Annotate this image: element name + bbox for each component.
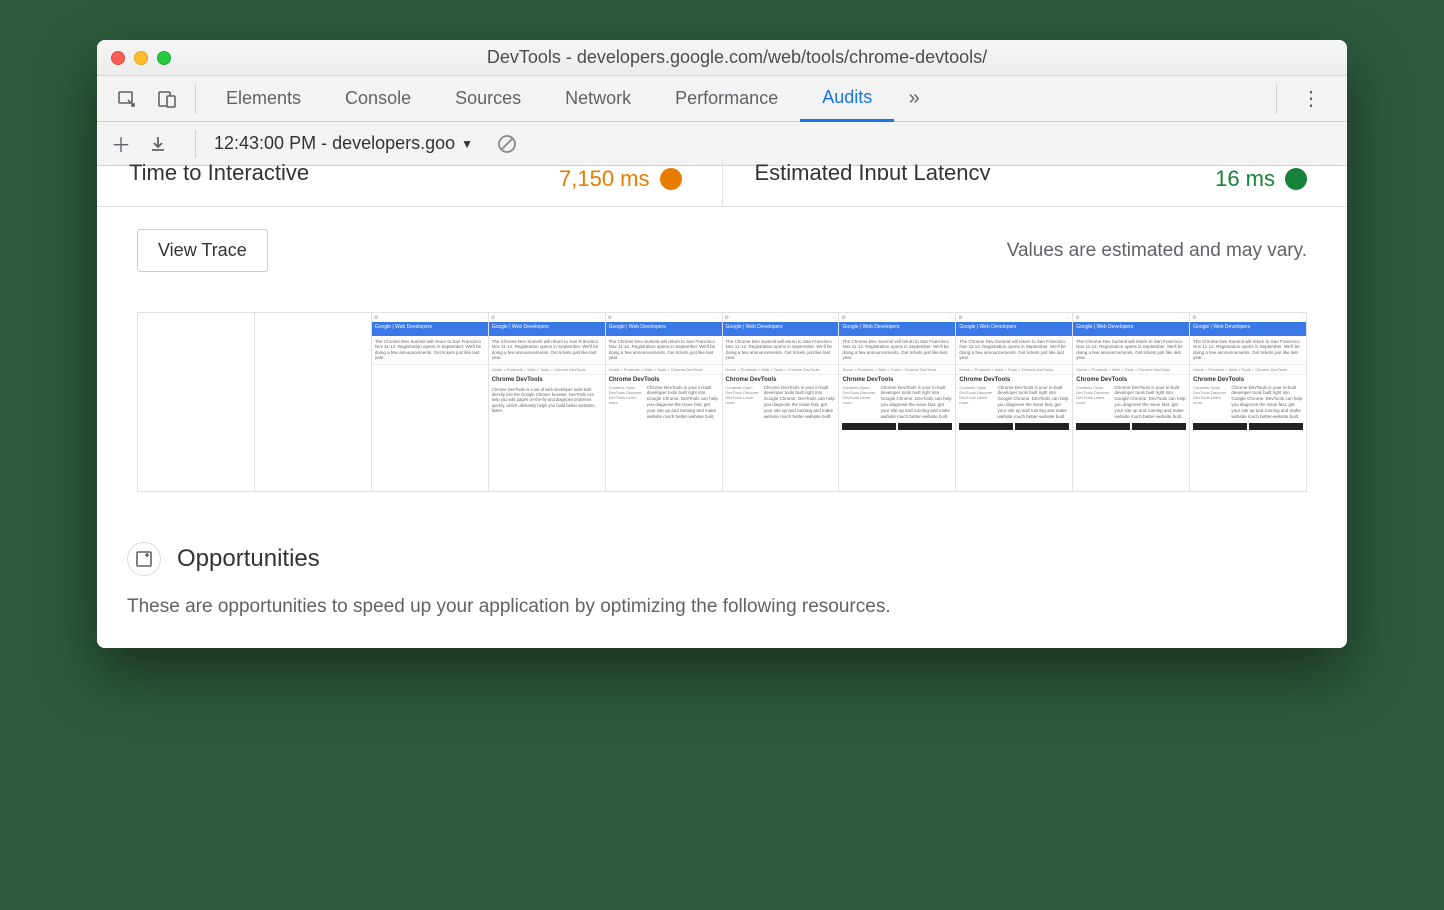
traffic-lights [111,51,171,65]
audit-selector[interactable]: 12:43:00 PM - developers.goo ▼ [214,133,473,154]
metric-input-latency: Estimated Input Latency 16 ms [723,166,1348,206]
tab-sources[interactable]: Sources [433,76,543,122]
zoom-icon[interactable] [157,51,171,65]
filmstrip-frame: ⚙⋯ Google | Web Developers The Chrome De… [1190,313,1306,491]
minimize-icon[interactable] [134,51,148,65]
inspect-element-icon[interactable] [107,79,147,119]
trace-row: View Trace Values are estimated and may … [97,207,1347,272]
overflow-menu-icon[interactable]: ⋮ [1285,86,1337,111]
chevron-down-icon: ▼ [461,137,473,151]
filmstrip-frame [138,313,255,491]
filmstrip-frame: ⚙⋯ Google | Web Developers The Chrome De… [489,313,606,491]
metric-value: 16 ms [1215,166,1307,192]
tab-audits[interactable]: Audits [800,76,894,122]
more-tabs-icon[interactable]: » [894,79,934,119]
filmstrip-frame [255,313,372,491]
filmstrip: ⚙⋯ Google | Web Developers The Chrome De… [137,312,1307,492]
ok-badge-icon [1285,168,1307,190]
new-audit-icon[interactable]: ＋ [107,129,135,158]
device-toolbar-icon[interactable] [147,79,187,119]
tabbar: Elements Console Sources Network Perform… [97,76,1347,122]
tab-console[interactable]: Console [323,76,433,122]
filmstrip-frame: ⚙⋯ Google | Web Developers The Chrome De… [723,313,840,491]
view-trace-button[interactable]: View Trace [137,229,268,272]
audit-selector-label: 12:43:00 PM - developers.goo [214,133,455,154]
clear-icon[interactable] [487,124,527,164]
filmstrip-frame: ⚙⋯ Google | Web Developers The Chrome De… [372,313,489,491]
tab-network[interactable]: Network [543,76,653,122]
warn-badge-icon [660,168,682,190]
window-title: DevTools - developers.google.com/web/too… [181,47,1333,68]
opportunities-header: Opportunities [97,492,1347,596]
separator [1276,84,1277,114]
devtools-window: DevTools - developers.google.com/web/too… [97,40,1347,648]
filmstrip-frame: ⚙⋯ Google | Web Developers The Chrome De… [839,313,956,491]
opportunities-description: These are opportunities to speed up your… [97,596,1347,648]
separator [195,130,196,158]
metrics-row: Time to Interactive 7,150 ms Estimated I… [97,166,1347,207]
estimate-note: Values are estimated and may vary. [1007,240,1307,262]
titlebar: DevTools - developers.google.com/web/too… [97,40,1347,76]
filmstrip-frame: ⚙⋯ Google | Web Developers The Chrome De… [956,313,1073,491]
separator [195,84,196,114]
metric-label: Estimated Input Latency [755,160,991,180]
metric-value: 7,150 ms [559,166,682,192]
metric-tti: Time to Interactive 7,150 ms [97,166,722,206]
filmstrip-frame: ⚙⋯ Google | Web Developers The Chrome De… [1073,313,1190,491]
filmstrip-frame: ⚙⋯ Google | Web Developers The Chrome De… [606,313,723,491]
tab-performance[interactable]: Performance [653,76,800,122]
opportunities-title: Opportunities [177,545,320,573]
metric-label: Time to Interactive [129,160,309,180]
tab-elements[interactable]: Elements [204,76,323,122]
audits-content: Time to Interactive 7,150 ms Estimated I… [97,166,1347,648]
close-icon[interactable] [111,51,125,65]
download-icon[interactable] [149,135,177,153]
opportunities-icon [127,542,161,576]
